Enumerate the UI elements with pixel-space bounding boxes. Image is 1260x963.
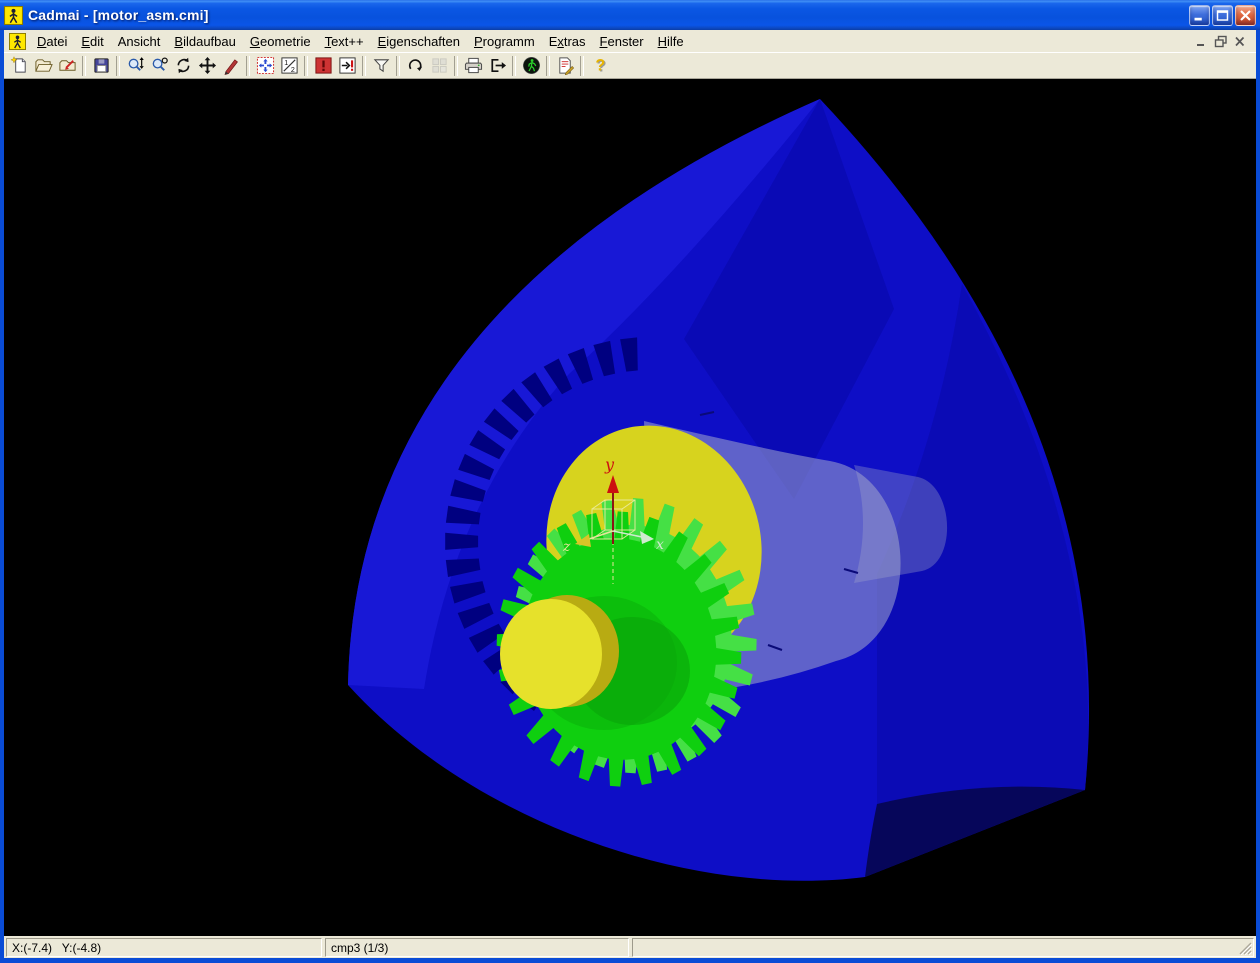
mdi-restore-button[interactable] [1214,35,1229,48]
status-bar: X:(-7.4) Y:(-4.8) cmp3 (1/3) [4,936,1256,958]
toolbar-separator [454,56,458,76]
svg-text:2: 2 [290,66,294,74]
mdi-window-controls [1195,35,1253,48]
app-window: Cadmai - [motor_asm.cmi] DateiEditAnsich… [0,0,1260,963]
menu-items: DateiEditAnsichtBildaufbauGeometrieText+… [30,32,691,51]
scene-3d: y z x [4,79,1256,936]
document-system-icon[interactable] [9,33,26,50]
menu-bildaufbau[interactable]: Bildaufbau [167,32,242,51]
stop-alert-icon[interactable] [311,55,335,77]
viewport-3d[interactable]: y z x [4,79,1256,936]
toolbar-separator [246,56,250,76]
mdi-minimize-button[interactable] [1195,35,1210,48]
assembly-icon [427,55,451,77]
pan-view-icon[interactable] [195,55,219,77]
window-body: DateiEditAnsichtBildaufbauGeometrieText+… [0,30,1260,963]
menu-fenster[interactable]: Fenster [593,32,651,51]
toolbar-separator [82,56,86,76]
menu-bar: DateiEditAnsichtBildaufbauGeometrieText+… [4,30,1256,53]
filter-icon[interactable] [369,55,393,77]
menu-edit[interactable]: Edit [74,32,110,51]
shaft-journal-face[interactable] [500,599,602,709]
toolbar-separator [546,56,550,76]
toolbar-separator [362,56,366,76]
regenerate-icon[interactable] [403,55,427,77]
close-button[interactable] [1235,5,1256,26]
y-axis-label: y [604,455,615,474]
toolbar-separator [396,56,400,76]
svg-text:1: 1 [284,59,288,67]
title-bar[interactable]: Cadmai - [motor_asm.cmi] [0,0,1260,30]
menu-hilfe[interactable]: Hilfe [651,32,691,51]
toolbar-separator [304,56,308,76]
x-axis-label: x [656,537,664,553]
open-folder-icon[interactable] [31,55,55,77]
toolbar-separator [512,56,516,76]
maximize-button[interactable] [1212,5,1233,26]
redline-pen-icon[interactable] [219,55,243,77]
resize-grip[interactable] [1239,942,1252,955]
zoom-dynamic-icon[interactable] [123,55,147,77]
mdi-close-button[interactable] [1233,35,1248,48]
menu-text[interactable]: Text++ [318,32,371,51]
status-spare-panel [632,938,1254,957]
window-title: Cadmai - [motor_asm.cmi] [28,7,1184,23]
menu-datei[interactable]: Datei [30,32,74,51]
zoom-window-icon[interactable] [147,55,171,77]
toolbar-separator [580,56,584,76]
fit-view-icon[interactable] [253,55,277,77]
print-icon[interactable] [461,55,485,77]
scale-half-icon[interactable]: 12 [277,55,301,77]
toolbar: 12?? [4,53,1256,79]
save-icon[interactable] [89,55,113,77]
new-document-icon[interactable] [7,55,31,77]
toolbar-separator [116,56,120,76]
menu-extras[interactable]: Extras [542,32,593,51]
export-icon[interactable] [485,55,509,77]
svg-text:?: ? [595,57,605,75]
menu-programm[interactable]: Programm [467,32,542,51]
report-edit-icon[interactable] [553,55,577,77]
close-folder-icon[interactable] [55,55,79,77]
window-controls [1189,5,1256,26]
coordinates-readout: X:(-7.4) Y:(-4.8) [6,938,322,957]
menu-ansicht[interactable]: Ansicht [111,32,168,51]
rotate-view-icon[interactable] [171,55,195,77]
run-walker-icon[interactable] [519,55,543,77]
goto-alert-icon[interactable] [335,55,359,77]
minimize-button[interactable] [1189,5,1210,26]
ring-gear-tooth [445,533,478,550]
help-icon[interactable]: ?? [587,55,611,77]
rotor-bottom-facet [865,787,1085,877]
component-readout: cmp3 (1/3) [325,938,629,957]
menu-eigenschaften[interactable]: Eigenschaften [371,32,467,51]
menu-geometrie[interactable]: Geometrie [243,32,318,51]
z-axis-label: z [562,539,571,555]
app-logo-icon [4,6,23,25]
